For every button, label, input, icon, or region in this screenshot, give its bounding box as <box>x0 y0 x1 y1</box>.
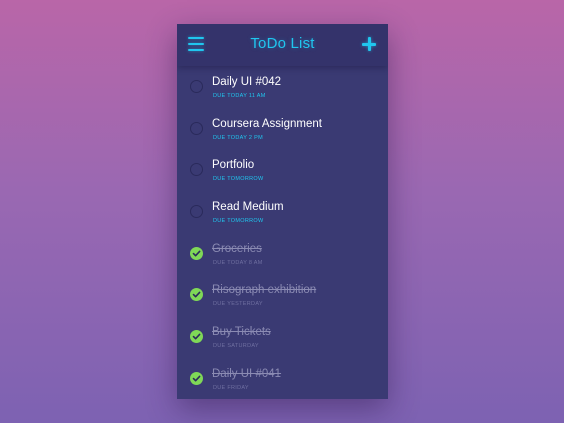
task-title: Portfolio <box>212 159 255 172</box>
task-due: DUE TODAY 2 PM <box>213 134 263 141</box>
task-checkbox[interactable] <box>190 121 203 135</box>
task-checkbox[interactable] <box>190 205 203 219</box>
task-due: DUE YESTERDAY <box>213 301 263 308</box>
task-title: Read Medium <box>212 201 284 214</box>
task-item[interactable]: Coursera Assignment DUE TODAY 2 PM <box>177 108 388 150</box>
task-item[interactable]: Read Medium DUE TOMORROW <box>177 191 388 233</box>
task-due: DUE SATURDAY <box>213 343 259 350</box>
checkmark-icon[interactable] <box>190 246 203 260</box>
todo-app-panel: ToDo List Daily UI #042 DUE TODAY 11 AM … <box>177 24 388 399</box>
task-due: DUE TODAY 11 AM <box>213 93 266 99</box>
task-title: Buy Tickets <box>212 326 271 339</box>
add-task-button[interactable] <box>362 37 376 51</box>
task-title: Risograph exhibition <box>212 284 317 297</box>
task-item[interactable]: Buy Tickets DUE SATURDAY <box>177 316 388 358</box>
task-checkbox[interactable] <box>190 163 203 177</box>
task-title: Coursera Assignment <box>212 117 322 130</box>
task-item[interactable]: Risograph exhibition DUE YESTERDAY <box>177 274 388 316</box>
task-item[interactable]: Portfolio DUE TOMORROW <box>177 149 388 191</box>
checkmark-icon[interactable] <box>190 371 203 385</box>
app-header: ToDo List <box>177 24 388 66</box>
task-list: Daily UI #042 DUE TODAY 11 AM Coursera A… <box>177 66 388 399</box>
page-title: ToDo List <box>250 35 315 52</box>
task-title: Daily UI #041 <box>212 367 282 380</box>
task-checkbox[interactable] <box>190 80 203 93</box>
task-title: Daily UI #042 <box>212 76 282 88</box>
checkmark-icon[interactable] <box>190 288 203 302</box>
task-due: DUE FRIDAY <box>213 384 249 391</box>
task-title: Groceries <box>212 242 262 255</box>
task-due: DUE TODAY 8 AM <box>213 259 263 266</box>
checkmark-icon[interactable] <box>190 330 203 344</box>
task-item[interactable]: Groceries DUE TODAY 8 AM <box>177 233 388 275</box>
task-due: DUE TOMORROW <box>213 218 264 225</box>
task-item[interactable]: Daily UI #041 DUE FRIDAY <box>177 358 388 399</box>
task-due: DUE TOMORROW <box>213 176 264 183</box>
task-item[interactable]: Daily UI #042 DUE TODAY 11 AM <box>177 66 388 108</box>
